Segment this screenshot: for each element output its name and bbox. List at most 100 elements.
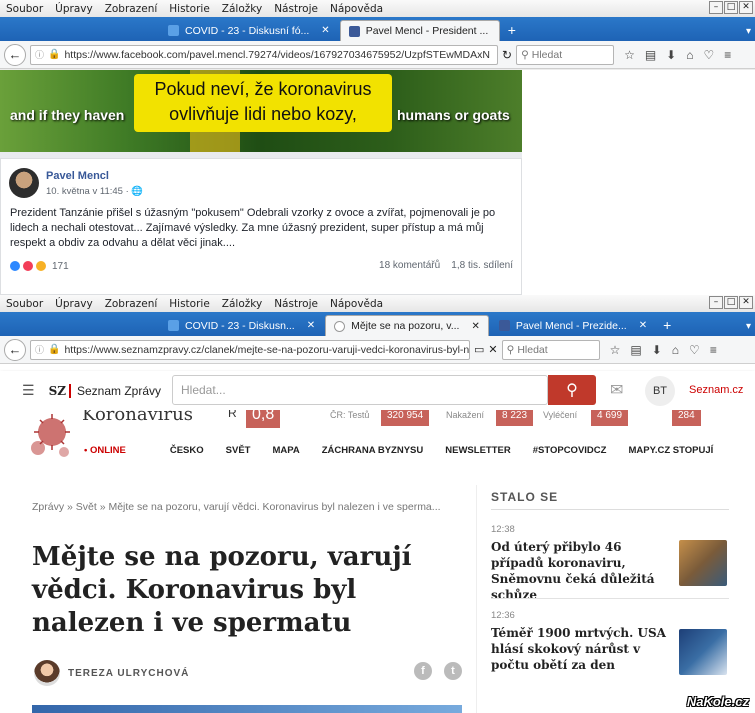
menu-soubor[interactable]: Soubor [6, 298, 43, 310]
menu-nastroje[interactable]: Nástroje [274, 298, 318, 310]
tab-facebook[interactable]: Pavel Mencl - President ... ✕ [339, 20, 500, 41]
browser-window-seznam: Soubor Úpravy Zobrazení Historie Záložky… [0, 295, 755, 713]
nav-svet[interactable]: SVĚT [226, 445, 251, 456]
news-thumbnail[interactable] [679, 629, 727, 675]
reader-icon[interactable]: ▤ [630, 343, 641, 357]
tab-facebook[interactable]: Pavel Mencl - Prezide... ✕ [491, 315, 655, 336]
breadcrumb[interactable]: Zprávy » Svět » Mějte se na pozoru, varu… [32, 501, 441, 513]
new-tab-button[interactable]: + [502, 20, 522, 41]
nav-stopcovidcz[interactable]: #STOPCOVIDCZ [533, 445, 607, 456]
bookmark-star-icon[interactable]: ☆ [624, 48, 635, 62]
site-search-placeholder: Hledat... [181, 383, 226, 397]
pocket-icon[interactable]: ♡ [689, 343, 700, 357]
article-title: Mějte se na pozoru, varují vědci. Korona… [32, 542, 412, 638]
seznam-link[interactable]: Seznam.cz [689, 384, 743, 396]
close-tab-icon[interactable]: ✕ [307, 320, 315, 331]
info-icon[interactable]: ⓘ [35, 48, 44, 61]
nav-cesko[interactable]: ČESKO [170, 445, 204, 456]
reactions[interactable]: 171 [9, 260, 69, 272]
minimize-icon[interactable]: – [709, 296, 723, 309]
search-input[interactable]: ⚲ Hledat [516, 44, 615, 65]
nav-online[interactable]: • ONLINE [84, 445, 148, 456]
search-input[interactable]: ⚲ Hledat [501, 339, 600, 360]
menu-icon[interactable]: ≡ [724, 48, 731, 62]
nav-zachrana-byznysu[interactable]: ZÁCHRANA BYZNYSU [322, 445, 424, 456]
menu-historie[interactable]: Historie [169, 298, 210, 310]
coronavirus-title[interactable]: Koronavirus [82, 410, 193, 425]
new-tab-button[interactable]: + [657, 315, 677, 336]
tab-list-icon[interactable]: ▾ [746, 26, 751, 37]
site-search-input[interactable]: Hledat... [172, 375, 548, 405]
download-icon[interactable]: ⬇ [652, 343, 662, 357]
comments-count[interactable]: 18 komentářů [379, 260, 440, 271]
close-tab-icon[interactable]: ✕ [471, 321, 479, 332]
nav-newsletter[interactable]: NEWSLETTER [445, 445, 510, 456]
site-search-button[interactable]: ⚲ [548, 375, 596, 405]
url-text: https://www.facebook.com/pavel.mencl.792… [64, 48, 490, 61]
maximize-icon[interactable]: □ [724, 1, 738, 14]
menu-zobrazeni[interactable]: Zobrazení [105, 298, 158, 310]
pocket-icon[interactable]: ♡ [703, 48, 714, 62]
nav-mapa[interactable]: MAPA [272, 445, 299, 456]
reader-icon[interactable]: ▤ [645, 48, 656, 62]
menu-zalozky[interactable]: Záložky [222, 3, 262, 15]
download-icon[interactable]: ⬇ [666, 48, 676, 62]
close-tab-icon[interactable]: ✕ [639, 320, 647, 331]
nav-mapy-stopuji[interactable]: MAPY.CZ STOPUJÍ [628, 445, 713, 456]
tab-list-icon[interactable]: ▾ [746, 321, 751, 332]
menu-napoveda[interactable]: Nápověda [330, 3, 383, 15]
news-headline[interactable]: Od úterý přibylo 46 případů koronaviru, … [491, 539, 673, 603]
url-bar[interactable]: ⓘ 🔒 https://www.facebook.com/pavel.mencl… [30, 44, 498, 65]
menu-upravy[interactable]: Úpravy [55, 3, 93, 15]
menu-historie[interactable]: Historie [169, 3, 210, 15]
globe-icon: 🌐 [131, 186, 144, 197]
close-icon[interactable]: ✕ [739, 296, 753, 309]
stop-icon[interactable]: ✕ [488, 343, 497, 356]
subtitle-line-2: ovlivňuje lidi nebo kozy, [169, 104, 357, 124]
info-icon[interactable]: ⓘ [35, 343, 44, 356]
share-buttons: f t [414, 662, 462, 680]
toolbar-icons: ☆ ▤ ⬇ ⌂ ♡ ≡ [624, 48, 731, 62]
tab-covid-forum[interactable]: COVID - 23 - Diskusn... ✕ [160, 315, 323, 336]
video-player[interactable]: and if they haven Pokud neví, že koronav… [0, 70, 522, 152]
menu-zobrazeni[interactable]: Zobrazení [105, 3, 158, 15]
post-date[interactable]: 10. května v 11:45 · 🌐 [46, 186, 143, 197]
facebook-share-icon[interactable]: f [414, 662, 432, 680]
reader-view-icon[interactable]: ▭ [474, 343, 484, 356]
menu-nastroje[interactable]: Nástroje [274, 3, 318, 15]
menu-upravy[interactable]: Úpravy [55, 298, 93, 310]
tab-covid-forum[interactable]: COVID - 23 - Diskusní fó... ✕ [160, 20, 338, 41]
news-thumbnail[interactable] [679, 540, 727, 586]
menu-soubor[interactable]: Soubor [6, 3, 43, 15]
mail-icon[interactable]: ✉ [610, 380, 623, 400]
tab-bar: COVID - 23 - Diskusní fó... ✕ Pavel Menc… [0, 17, 755, 41]
back-arrow-icon[interactable]: ← [4, 43, 26, 66]
minimize-icon[interactable]: – [709, 1, 723, 14]
menu-zalozky[interactable]: Záložky [222, 298, 262, 310]
user-avatar[interactable]: BT [645, 376, 675, 406]
tab-seznam-article[interactable]: Mějte se na pozoru, v... ✕ [325, 315, 489, 336]
back-arrow-icon[interactable]: ← [4, 338, 26, 361]
column-divider [476, 485, 477, 713]
author-avatar[interactable] [9, 168, 39, 198]
window-controls: – □ ✕ [709, 1, 753, 14]
news-headline[interactable]: Téměř 1900 mrtvých. USA hlásí skokový ná… [491, 625, 673, 673]
post-author[interactable]: Pavel Mencl [46, 170, 109, 182]
tab-label: Pavel Mencl - Prezide... [515, 319, 627, 332]
menu-icon[interactable]: ≡ [710, 343, 717, 357]
url-bar[interactable]: ⓘ 🔒 https://www.seznamzpravy.cz/clanek/m… [30, 339, 470, 360]
home-icon[interactable]: ⌂ [686, 48, 693, 62]
close-tab-icon[interactable]: ✕ [321, 25, 329, 36]
maximize-icon[interactable]: □ [724, 296, 738, 309]
menu-napoveda[interactable]: Nápověda [330, 298, 383, 310]
close-icon[interactable]: ✕ [739, 1, 753, 14]
reload-icon[interactable]: ↻ [502, 48, 512, 62]
news-divider [491, 598, 729, 599]
home-icon[interactable]: ⌂ [672, 343, 679, 357]
hamburger-menu-icon[interactable]: ☰ [22, 382, 35, 399]
twitter-share-icon[interactable]: t [444, 662, 462, 680]
seznam-zpravy-logo[interactable]: SZ Seznam Zprávy [49, 383, 161, 398]
article-author[interactable]: TEREZA ULRYCHOVÁ [34, 660, 189, 686]
bookmark-star-icon[interactable]: ☆ [610, 343, 621, 357]
shares-count[interactable]: 1,8 tis. sdílení [451, 260, 513, 271]
